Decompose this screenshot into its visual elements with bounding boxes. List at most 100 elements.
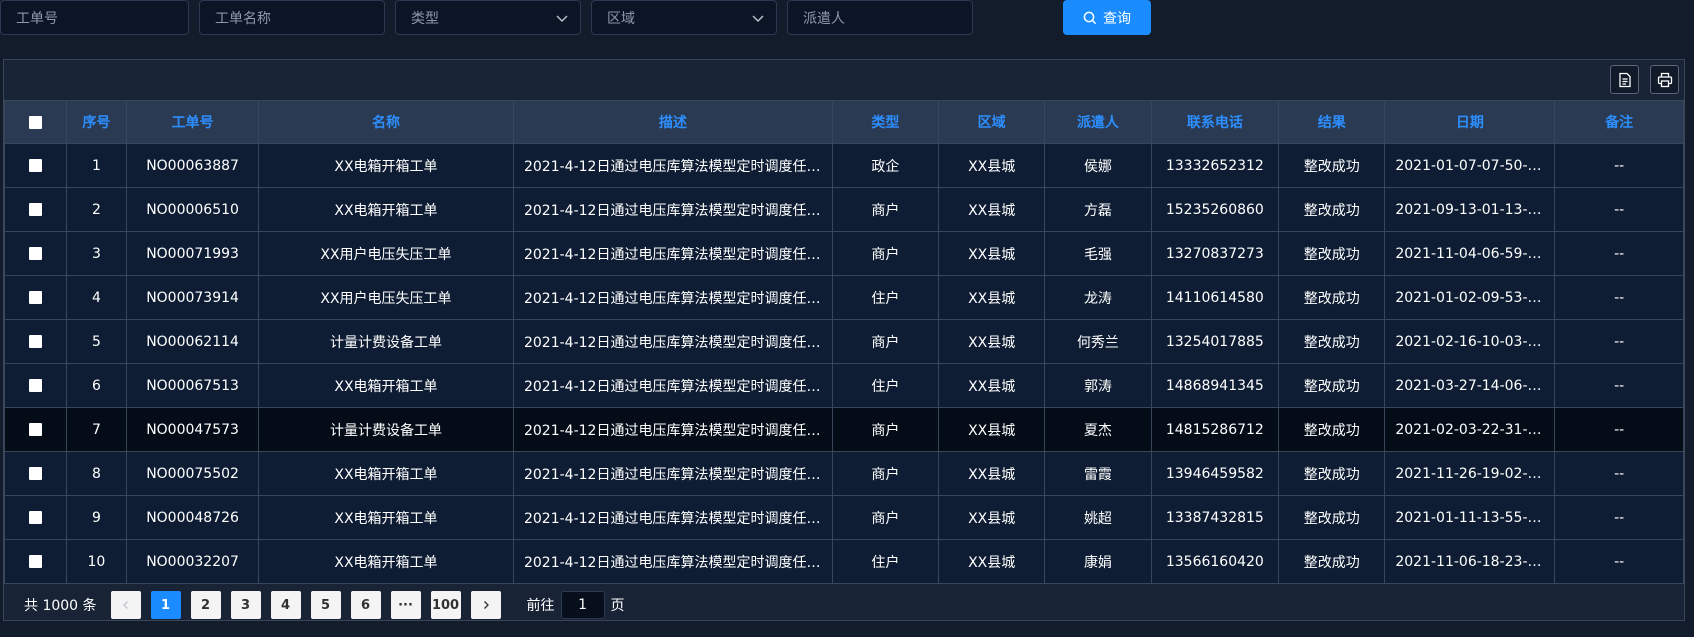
result-cell: 整改成功 (1278, 319, 1386, 364)
row-index-cell: 9 (65, 495, 128, 540)
column-header[interactable]: 备注 (1554, 100, 1684, 144)
work-order-no-cell: NO00075502 (126, 451, 259, 496)
table-row[interactable]: 3 NO00071993 XX用户电压失压工单 2021-4-12日通过电压库算法模型… (4, 231, 1684, 276)
page-button-4[interactable]: 4 (270, 591, 301, 619)
type-select[interactable]: 类型 (395, 0, 581, 35)
region-cell: XX县城 (938, 143, 1046, 188)
row-select-cell (4, 539, 67, 584)
table-row[interactable]: 5 NO00062114 计量计费设备工单 2021-4-12日通过电压库算法模型定时… (4, 319, 1684, 364)
result-cell: 整改成功 (1278, 539, 1386, 584)
column-header[interactable]: 联系电话 (1150, 100, 1280, 144)
result-cell: 整改成功 (1278, 495, 1386, 540)
row-checkbox[interactable] (28, 423, 42, 436)
table-row[interactable]: 8 NO00075502 XX电箱开箱工单 2021-4-12日通过电压库算法模型定时… (4, 451, 1684, 496)
column-header[interactable]: 区域 (938, 100, 1046, 144)
goto-page-input[interactable]: 1 (560, 591, 605, 619)
row-index-cell: 10 (65, 539, 128, 584)
work-order-name-cell: XX用户电压失压工单 (257, 231, 514, 276)
column-header[interactable]: 类型 (831, 100, 940, 144)
select-all-cell (4, 100, 67, 144)
work-order-name-cell: 计量计费设备工单 (257, 407, 514, 452)
export-button[interactable] (1610, 65, 1639, 94)
table-header-row: 序号 工单号 名称 描述 类型 区域 派遣人 联系电话 结果 日期 备注 (4, 100, 1684, 144)
column-header[interactable]: 日期 (1384, 100, 1556, 144)
date-cell: 2021-11-26-19-02-32 (1384, 451, 1556, 496)
column-header[interactable]: 派遣人 (1044, 100, 1152, 144)
remark-cell: -- (1554, 231, 1684, 276)
chevron-down-icon (752, 15, 764, 22)
next-page-button[interactable] (470, 591, 501, 619)
work-order-no-input[interactable]: 工单号 (0, 0, 189, 35)
row-checkbox[interactable] (28, 555, 42, 568)
row-select-cell (4, 363, 67, 408)
prev-page-button[interactable] (110, 591, 141, 619)
row-checkbox[interactable] (28, 379, 42, 392)
row-checkbox[interactable] (28, 247, 42, 260)
row-index-cell: 2 (65, 187, 128, 232)
table-row[interactable]: 6 NO00067513 XX电箱开箱工单 2021-4-12日通过电压库算法模型定时… (4, 363, 1684, 408)
row-checkbox[interactable] (28, 467, 42, 480)
column-header[interactable]: 描述 (512, 100, 833, 144)
description-cell: 2021-4-12日通过电压库算法模型定时调度任务… (512, 275, 833, 320)
row-checkbox[interactable] (28, 291, 42, 304)
remark-cell: -- (1554, 407, 1684, 452)
row-checkbox[interactable] (28, 335, 42, 348)
page-button-5[interactable]: 5 (310, 591, 341, 619)
row-checkbox[interactable] (28, 159, 42, 172)
date-cell: 2021-01-02-09-53-19 (1384, 275, 1556, 320)
region-cell: XX县城 (938, 187, 1046, 232)
page-button-1[interactable]: 1 (150, 591, 181, 619)
region-cell: XX县城 (938, 319, 1046, 364)
region-cell: XX县城 (938, 451, 1046, 496)
table-row[interactable]: 4 NO00073914 XX用户电压失压工单 2021-4-12日通过电压库算法模型… (4, 275, 1684, 320)
row-checkbox[interactable] (28, 203, 42, 216)
description-cell: 2021-4-12日通过电压库算法模型定时调度任务… (512, 143, 833, 188)
page-button-3[interactable]: 3 (230, 591, 261, 619)
dispatcher-cell: 雷霞 (1044, 451, 1152, 496)
page-button-6[interactable]: 6 (350, 591, 381, 619)
print-button[interactable] (1650, 65, 1679, 94)
chevron-right-icon (483, 601, 489, 609)
row-select-cell (4, 187, 67, 232)
description-cell: 2021-4-12日通过电压库算法模型定时调度任务… (512, 319, 833, 364)
type-cell: 商户 (831, 187, 940, 232)
column-header[interactable]: 序号 (65, 100, 128, 144)
region-cell: XX县城 (938, 231, 1046, 276)
table-row[interactable]: 1 NO00063887 XX电箱开箱工单 2021-4-12日通过电压库算法模型定时… (4, 143, 1684, 188)
type-cell: 商户 (831, 319, 940, 364)
dispatcher-cell: 姚超 (1044, 495, 1152, 540)
work-order-name-placeholder: 工单名称 (215, 10, 271, 27)
row-select-cell (4, 407, 67, 452)
query-button[interactable]: 查询 (1063, 0, 1151, 35)
row-checkbox[interactable] (28, 511, 42, 524)
region-select[interactable]: 区域 (591, 0, 777, 35)
column-header[interactable]: 名称 (257, 100, 514, 144)
select-all-checkbox[interactable] (28, 115, 42, 129)
work-order-name-input[interactable]: 工单名称 (199, 0, 385, 35)
table-row[interactable]: 9 NO00048726 XX电箱开箱工单 2021-4-12日通过电压库算法模型定时… (4, 495, 1684, 540)
page-button-2[interactable]: 2 (190, 591, 221, 619)
filter-bar: 工单号 工单名称 类型 区域 派遣人 查询 (0, 0, 1694, 35)
table-row[interactable]: 2 NO00006510 XX电箱开箱工单 2021-4-12日通过电压库算法模型定时… (4, 187, 1684, 232)
row-index-cell: 8 (65, 451, 128, 496)
column-header[interactable]: 工单号 (126, 100, 259, 144)
dispatcher-input[interactable]: 派遣人 (787, 0, 973, 35)
page-button-100[interactable]: 100 (430, 591, 461, 619)
phone-cell: 15235260860 (1150, 187, 1280, 232)
work-order-name-cell: XX电箱开箱工单 (257, 451, 514, 496)
remark-cell: -- (1554, 495, 1684, 540)
phone-cell: 14868941345 (1150, 363, 1280, 408)
result-cell: 整改成功 (1278, 363, 1386, 408)
region-cell: XX县城 (938, 407, 1046, 452)
column-header[interactable]: 结果 (1278, 100, 1386, 144)
table-row[interactable]: 10 NO00032207 XX电箱开箱工单 2021-4-12日通过电压库算法模型定… (4, 539, 1684, 584)
result-cell: 整改成功 (1278, 143, 1386, 188)
dispatcher-cell: 夏杰 (1044, 407, 1152, 452)
result-cell: 整改成功 (1278, 275, 1386, 320)
work-order-no-cell: NO00062114 (126, 319, 259, 364)
more-pages-button[interactable]: ··· (390, 591, 421, 619)
date-cell: 2021-02-03-22-31-34 (1384, 407, 1556, 452)
table-row[interactable]: 7 NO00047573 计量计费设备工单 2021-4-12日通过电压库算法模型定时… (4, 407, 1684, 452)
region-cell: XX县城 (938, 495, 1046, 540)
dispatcher-placeholder: 派遣人 (803, 10, 845, 27)
